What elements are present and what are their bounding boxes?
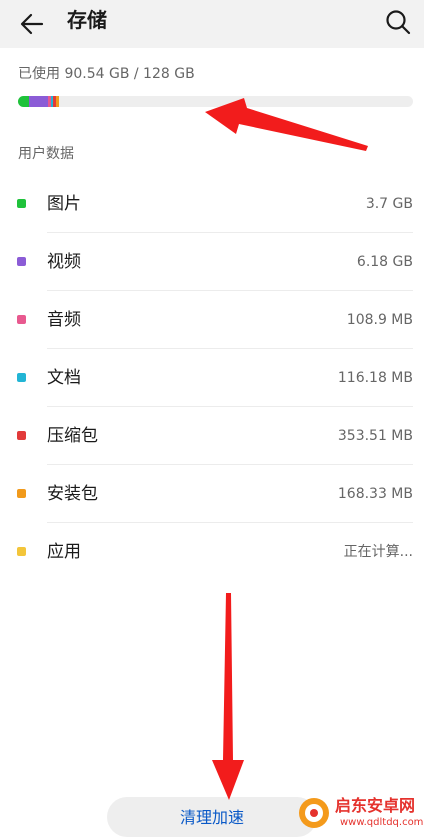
- category-color-dot: [17, 373, 26, 382]
- clean-accelerate-button[interactable]: 清理加速: [107, 797, 317, 837]
- storage-usage-text: 已使用 90.54 GB / 128 GB: [18, 66, 195, 82]
- category-size: 168.33 MB: [337, 486, 413, 502]
- category-label: 应用: [47, 542, 81, 562]
- category-color-dot: [17, 431, 26, 440]
- app-bar: 存储: [0, 0, 424, 48]
- page-title: 存储: [67, 8, 107, 32]
- category-color-dot: [17, 315, 26, 324]
- back-button[interactable]: [14, 6, 50, 42]
- category-color-dot: [17, 199, 26, 208]
- list-item[interactable]: 压缩包 353.51 MB: [0, 407, 424, 465]
- arrow-left-icon: [20, 13, 44, 35]
- list-item[interactable]: 应用 正在计算...: [0, 523, 424, 581]
- category-label: 图片: [47, 194, 81, 214]
- category-color-dot: [17, 489, 26, 498]
- category-size: 正在计算...: [343, 544, 413, 560]
- watermark-brand: 启东安卓网: [335, 796, 416, 815]
- search-button[interactable]: [380, 4, 416, 40]
- storage-category-list: 图片 3.7 GB 视频 6.18 GB 音频 108.9 MB 文档 116.18 MB 压缩…: [0, 175, 424, 581]
- category-label: 压缩包: [47, 426, 98, 446]
- list-item[interactable]: 文档 116.18 MB: [0, 349, 424, 407]
- storage-bar-segment: [18, 96, 30, 107]
- list-item[interactable]: 图片 3.7 GB: [0, 175, 424, 233]
- category-size: 116.18 MB: [337, 370, 413, 386]
- list-item[interactable]: 安装包 168.33 MB: [0, 465, 424, 523]
- list-item[interactable]: 视频 6.18 GB: [0, 233, 424, 291]
- search-icon: [386, 10, 411, 35]
- category-label: 音频: [47, 310, 81, 330]
- storage-bar-segment: [55, 96, 60, 107]
- category-label: 安装包: [47, 484, 98, 504]
- category-size: 108.9 MB: [346, 312, 413, 328]
- section-title-user-data: 用户数据: [18, 146, 74, 162]
- arrow-pointing-button: [212, 593, 244, 800]
- category-color-dot: [17, 257, 26, 266]
- category-size: 353.51 MB: [337, 428, 413, 444]
- category-size: 3.7 GB: [365, 196, 413, 212]
- list-item[interactable]: 音频 108.9 MB: [0, 291, 424, 349]
- storage-usage-bar: [18, 96, 413, 107]
- storage-bar-segment: [29, 96, 49, 107]
- category-color-dot: [17, 547, 26, 556]
- watermark-url: www.qdltdq.com: [340, 817, 424, 828]
- category-size: 6.18 GB: [356, 254, 413, 270]
- category-label: 文档: [47, 368, 81, 388]
- category-label: 视频: [47, 252, 81, 272]
- clean-accelerate-label: 清理加速: [179, 808, 244, 827]
